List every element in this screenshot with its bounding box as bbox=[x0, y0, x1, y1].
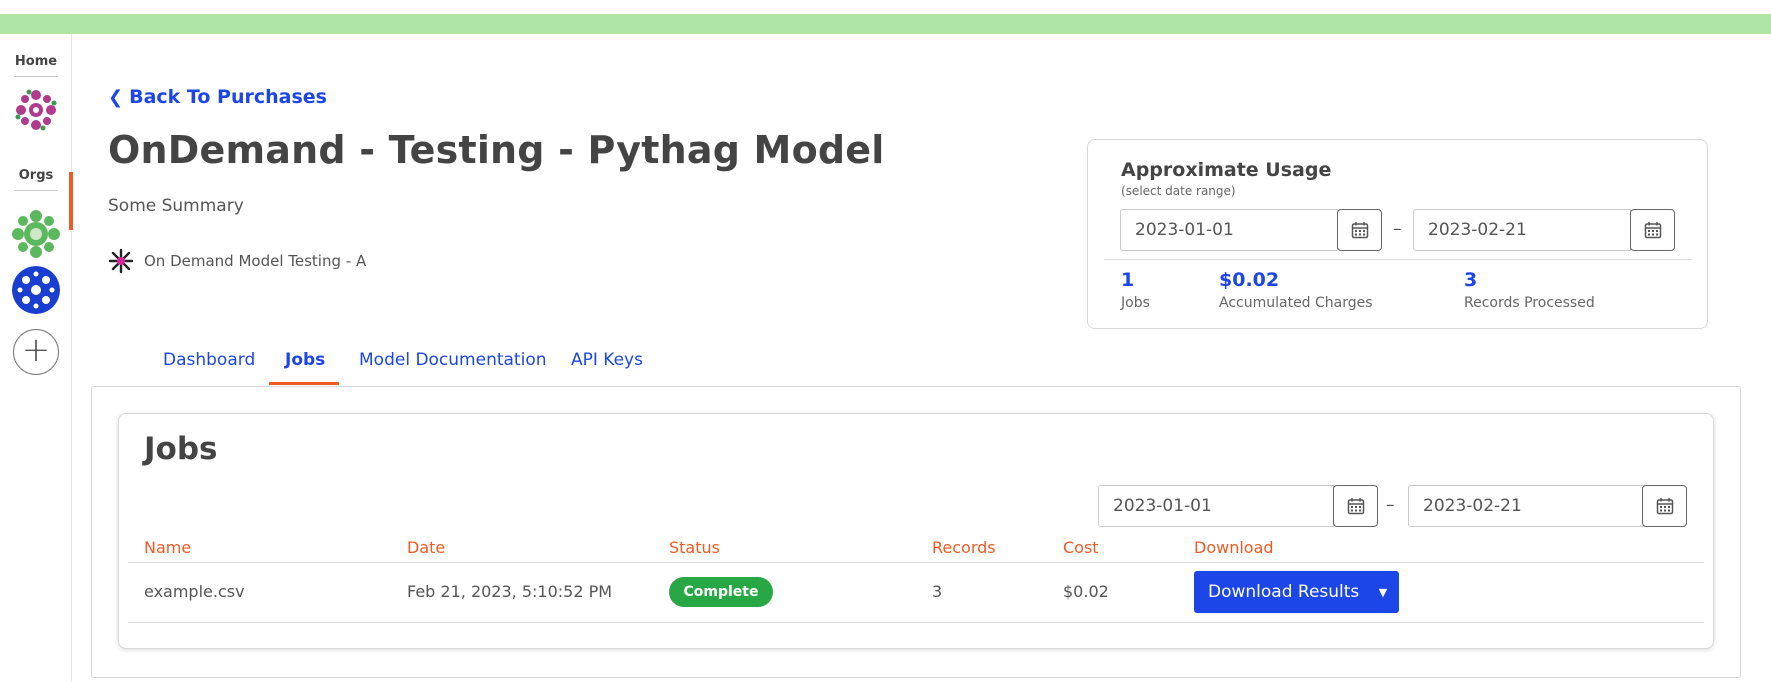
tab-jobs[interactable]: Jobs bbox=[285, 350, 325, 370]
top-bar bbox=[0, 14, 1771, 34]
home-avatar-icon[interactable] bbox=[12, 86, 60, 134]
job-cost-cell: $0.02 bbox=[1063, 582, 1109, 601]
column-header-cost[interactable]: Cost bbox=[1063, 538, 1099, 557]
page-title: OnDemand - Testing - Pythag Model bbox=[108, 128, 885, 172]
back-link-label: Back To Purchases bbox=[129, 86, 327, 108]
usage-title: Approximate Usage bbox=[1121, 159, 1332, 181]
date-range-separator: – bbox=[1393, 219, 1402, 239]
org-name: On Demand Model Testing - A bbox=[144, 252, 367, 270]
active-tab-indicator bbox=[269, 382, 339, 385]
jobs-card bbox=[118, 413, 1714, 649]
calendar-icon bbox=[1644, 222, 1661, 239]
job-name-cell: example.csv bbox=[144, 582, 245, 601]
caret-down-icon[interactable]: ▼ bbox=[1367, 571, 1399, 613]
table-header-divider bbox=[128, 562, 1704, 563]
add-org-button[interactable]: + bbox=[13, 329, 59, 375]
sidebar-active-indicator bbox=[69, 172, 73, 230]
calendar-button[interactable] bbox=[1642, 485, 1687, 527]
download-results-label: Download Results bbox=[1208, 582, 1360, 602]
download-results-button[interactable]: Download Results ▼ bbox=[1194, 571, 1399, 613]
calendar-icon bbox=[1656, 498, 1673, 515]
usage-start-date-input[interactable]: 2023-01-01 bbox=[1120, 209, 1338, 251]
status-badge: Complete bbox=[669, 577, 773, 607]
calendar-icon bbox=[1347, 498, 1364, 515]
jobs-start-date-input[interactable]: 2023-01-01 bbox=[1098, 485, 1334, 527]
org-link[interactable]: On Demand Model Testing - A bbox=[108, 248, 366, 274]
stat-charges-label: Accumulated Charges bbox=[1219, 295, 1373, 311]
calendar-button[interactable] bbox=[1630, 209, 1675, 251]
org-logo-icon bbox=[108, 248, 134, 274]
sidebar: Home Orgs + bbox=[0, 34, 72, 682]
column-header-date[interactable]: Date bbox=[407, 538, 445, 557]
table-row-divider bbox=[128, 622, 1704, 623]
jobs-end-date-input[interactable]: 2023-02-21 bbox=[1408, 485, 1644, 527]
chevron-left-icon: ❮ bbox=[108, 87, 124, 108]
usage-end-date-input[interactable]: 2023-02-21 bbox=[1413, 209, 1631, 251]
sidebar-orgs-label: Orgs bbox=[18, 168, 54, 183]
column-header-status[interactable]: Status bbox=[669, 538, 720, 557]
date-range-separator: – bbox=[1386, 495, 1395, 515]
org-avatar-icon[interactable] bbox=[12, 266, 60, 314]
stat-records-label: Records Processed bbox=[1464, 295, 1595, 311]
jobs-title: Jobs bbox=[144, 431, 218, 467]
stat-jobs-label: Jobs bbox=[1121, 295, 1150, 311]
stat-charges-value: $0.02 bbox=[1219, 269, 1280, 291]
page-summary: Some Summary bbox=[108, 196, 244, 216]
tab-dashboard[interactable]: Dashboard bbox=[163, 350, 255, 370]
usage-divider bbox=[1104, 259, 1692, 260]
job-records-cell: 3 bbox=[932, 582, 943, 601]
org-avatar-icon[interactable] bbox=[12, 210, 60, 258]
back-to-purchases-link[interactable]: ❮ Back To Purchases bbox=[108, 86, 327, 108]
stat-records-value: 3 bbox=[1464, 269, 1478, 291]
tab-model-documentation[interactable]: Model Documentation bbox=[359, 350, 547, 370]
sidebar-divider bbox=[14, 190, 58, 191]
usage-subtitle: (select date range) bbox=[1121, 184, 1236, 198]
column-header-records[interactable]: Records bbox=[932, 538, 996, 557]
calendar-button[interactable] bbox=[1333, 485, 1378, 527]
stat-jobs-value: 1 bbox=[1121, 269, 1135, 291]
usage-card: Approximate Usage (select date range) 20… bbox=[1087, 139, 1708, 329]
calendar-icon bbox=[1351, 222, 1368, 239]
sidebar-home-label: Home bbox=[14, 54, 58, 69]
sidebar-divider bbox=[14, 76, 58, 77]
column-header-name[interactable]: Name bbox=[144, 538, 191, 557]
job-date-cell: Feb 21, 2023, 5:10:52 PM bbox=[407, 582, 613, 601]
tab-api-keys[interactable]: API Keys bbox=[571, 350, 643, 370]
column-header-download: Download bbox=[1194, 538, 1274, 557]
calendar-button[interactable] bbox=[1337, 209, 1382, 251]
